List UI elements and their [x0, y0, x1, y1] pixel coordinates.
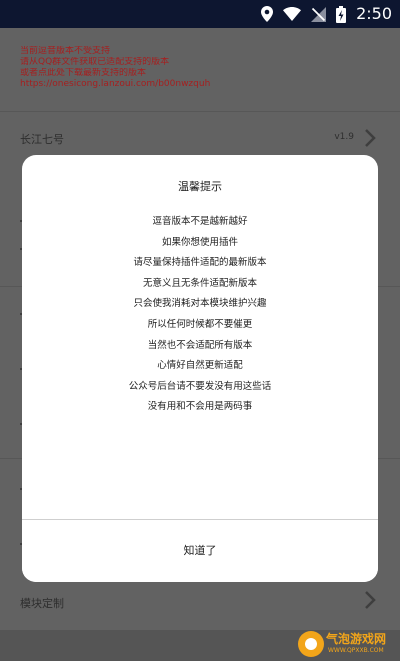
- wifi-icon: [283, 7, 302, 21]
- bubble-logo-icon: [298, 631, 324, 657]
- dialog-line: 如果你想使用插件: [161, 236, 238, 248]
- dialog-line: 公众号后台请不要发没有用这些话: [128, 380, 272, 392]
- divider: [0, 111, 400, 112]
- chevron-right-icon[interactable]: [364, 129, 376, 147]
- no-signal-icon: [311, 6, 327, 22]
- dialog-title: 温馨提示: [178, 180, 222, 193]
- status-time: 2:50: [356, 4, 392, 23]
- notice-download-link[interactable]: https://onesicong.lanzoui.com/b00nwzquh: [20, 79, 380, 90]
- dialog-line: 无意义且无条件适配新版本: [142, 277, 257, 289]
- status-bar: 2:50: [0, 0, 400, 28]
- battery-charging-icon: [336, 5, 347, 23]
- watermark-name: 气泡游戏网: [326, 632, 387, 646]
- status-icons: 2:50: [261, 4, 392, 24]
- site-watermark: 气泡游戏网 WWW.QPXXB.COM: [298, 628, 398, 658]
- got-it-button[interactable]: 知道了: [22, 520, 378, 582]
- unsupported-version-notice[interactable]: 当前逗音版本不受支持 请从QQ群文件获取已适配支持的版本 或者点此处下载最新支持…: [20, 46, 380, 90]
- dialog-message: 逗音版本不是越新越好 如果你想使用插件 请尽量保持插件适配的最新版本 无意义且无…: [22, 212, 378, 418]
- notice-line: 请从QQ群文件获取已适配支持的版本: [20, 57, 170, 67]
- dialog-line: 心情好自然更新适配: [157, 360, 243, 372]
- dialog-line: 逗音版本不是越新越好: [152, 216, 248, 227]
- dialog-line: 所以任何时候都不要催更: [147, 318, 253, 330]
- dialog-line: 当然也不会适配所有版本: [147, 339, 253, 351]
- notice-line: 或者点此处下载最新支持的版本: [20, 68, 147, 78]
- row-version: v1.9: [334, 132, 354, 142]
- dialog-line: 请尽量保持插件适配的最新版本: [133, 257, 267, 269]
- location-icon: [261, 6, 274, 22]
- dialog-line: 只会使我消耗对本模块维护兴趣: [133, 298, 267, 310]
- row-label-module-custom[interactable]: 模块定制: [20, 595, 64, 611]
- dialog-line: 没有用和不会用是两码事: [147, 401, 253, 413]
- row-label-changjiang[interactable]: 长江七号: [20, 131, 64, 147]
- notice-line: 当前逗音版本不受支持: [20, 46, 111, 56]
- chevron-right-icon[interactable]: [364, 591, 376, 609]
- tips-dialog: 温馨提示 逗音版本不是越新越好 如果你想使用插件 请尽量保持插件适配的最新版本 …: [22, 155, 378, 582]
- watermark-url: WWW.QPXXB.COM: [328, 647, 384, 654]
